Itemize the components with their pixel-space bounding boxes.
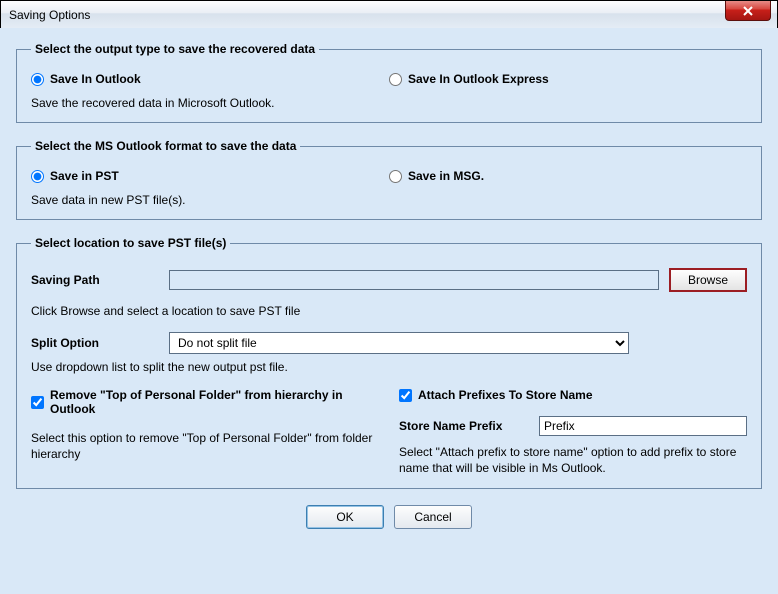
radio-save-in-msg-label: Save in MSG. — [408, 169, 484, 183]
browse-hint: Click Browse and select a location to sa… — [31, 304, 747, 318]
dialog-client-area: Select the output type to save the recov… — [0, 28, 778, 594]
radio-save-in-outlook[interactable] — [31, 73, 44, 86]
group-format-legend: Select the MS Outlook format to save the… — [31, 139, 300, 153]
checkbox-remove-top-folder-label: Remove "Top of Personal Folder" from hie… — [50, 388, 379, 416]
title-bar: Saving Options — [1, 1, 777, 29]
split-option-label: Split Option — [31, 336, 159, 350]
group-outlook-format: Select the MS Outlook format to save the… — [16, 139, 762, 220]
close-button[interactable] — [725, 1, 771, 21]
group-save-location: Select location to save PST file(s) Savi… — [16, 236, 762, 489]
group-output-legend: Select the output type to save the recov… — [31, 42, 319, 56]
ok-button[interactable]: OK — [306, 505, 384, 529]
group-location-legend: Select location to save PST file(s) — [31, 236, 230, 250]
checkbox-attach-prefixes-label: Attach Prefixes To Store Name — [418, 388, 593, 402]
close-icon — [742, 6, 754, 16]
radio-save-in-pst-label: Save in PST — [50, 169, 119, 183]
window-title: Saving Options — [9, 8, 90, 22]
group-output-type: Select the output type to save the recov… — [16, 42, 762, 123]
remove-top-folder-description: Select this option to remove "Top of Per… — [31, 430, 379, 462]
dialog-button-bar: OK Cancel — [16, 505, 762, 529]
attach-prefix-description: Select "Attach prefix to store name" opt… — [399, 444, 747, 476]
checkbox-attach-prefixes[interactable] — [399, 389, 412, 402]
radio-save-in-pst[interactable] — [31, 170, 44, 183]
split-option-select[interactable]: Do not split file — [169, 332, 629, 354]
radio-save-in-outlook-label: Save In Outlook — [50, 72, 141, 86]
output-type-description: Save the recovered data in Microsoft Out… — [31, 96, 747, 110]
radio-save-in-outlook-express[interactable] — [389, 73, 402, 86]
cancel-button[interactable]: Cancel — [394, 505, 472, 529]
store-name-prefix-label: Store Name Prefix — [399, 419, 529, 433]
store-name-prefix-input[interactable] — [539, 416, 747, 436]
radio-save-in-msg[interactable] — [389, 170, 402, 183]
radio-save-in-outlook-express-label: Save In Outlook Express — [408, 72, 549, 86]
format-description: Save data in new PST file(s). — [31, 193, 747, 207]
browse-button[interactable]: Browse — [669, 268, 747, 292]
saving-path-label: Saving Path — [31, 273, 159, 287]
split-hint: Use dropdown list to split the new outpu… — [31, 360, 747, 374]
saving-path-input[interactable] — [169, 270, 659, 290]
checkbox-remove-top-folder[interactable] — [31, 396, 44, 409]
